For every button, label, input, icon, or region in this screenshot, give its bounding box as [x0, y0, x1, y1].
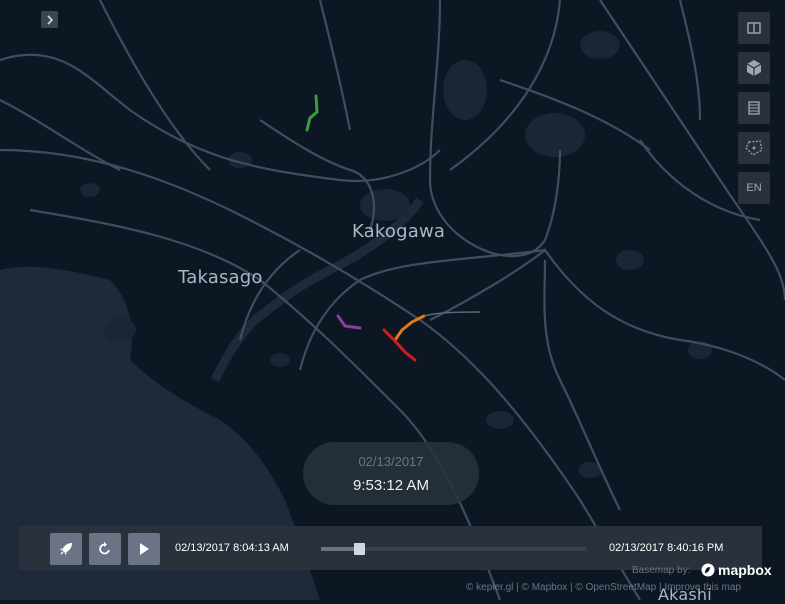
map-attribution[interactable]: © kepler.gl | © Mapbox | © OpenStreetMap…: [466, 582, 741, 593]
play-icon: [140, 543, 149, 555]
play-button[interactable]: [128, 533, 160, 565]
legend-button[interactable]: [738, 92, 770, 124]
draw-polygon-icon: [745, 140, 763, 156]
cube-icon: [746, 60, 762, 76]
rocket-icon: [60, 543, 72, 555]
playback-start-time: 02/13/2017 8:04:13 AM: [175, 542, 289, 554]
reset-icon: [99, 542, 110, 555]
locale-button[interactable]: EN: [738, 172, 770, 204]
speed-button[interactable]: [50, 533, 82, 565]
reset-button[interactable]: [89, 533, 121, 565]
place-label-takasago: Takasago: [178, 267, 263, 288]
mapbox-logo-text: mapbox: [718, 562, 772, 578]
current-date: 02/13/2017: [358, 454, 424, 469]
draw-polygon-button[interactable]: [738, 132, 770, 164]
current-time-display: 02/13/2017 9:53:12 AM: [303, 442, 479, 505]
toggle-3d-button[interactable]: [738, 52, 770, 84]
place-label-kakogawa: Kakogawa: [352, 221, 446, 242]
legend-icon: [748, 101, 760, 115]
split-map-button[interactable]: [738, 12, 770, 44]
basemap-by-label: Basemap by:: [632, 565, 691, 576]
split-map-icon: [747, 22, 761, 34]
time-slider[interactable]: [321, 543, 586, 555]
map-canvas[interactable]: [0, 0, 785, 600]
time-playback-bar: 02/13/2017 8:04:13 AM 02/13/2017 8:40:16…: [18, 526, 762, 570]
chevron-right-icon: [46, 14, 53, 25]
mapbox-logo[interactable]: mapbox: [701, 562, 772, 578]
mapbox-icon: [701, 563, 715, 577]
playback-end-time: 02/13/2017 8:40:16 PM: [609, 542, 724, 554]
current-time: 9:53:12 AM: [353, 477, 429, 494]
map-control-toolbar: EN: [738, 12, 770, 212]
time-slider-handle[interactable]: [354, 543, 366, 555]
expand-sidebar-button[interactable]: [41, 11, 58, 28]
